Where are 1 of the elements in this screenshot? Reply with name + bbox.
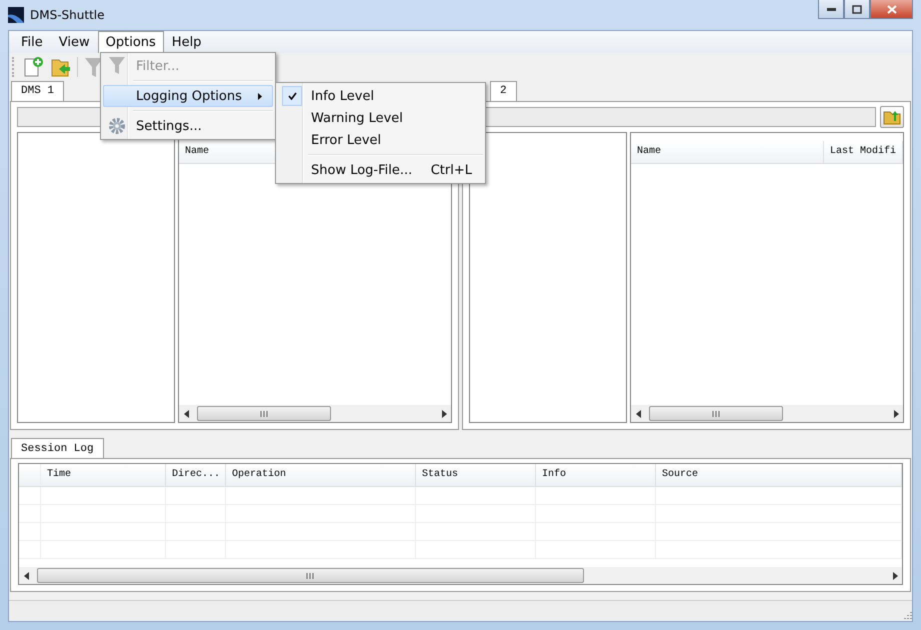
window-title: DMS-Shuttle bbox=[30, 8, 104, 22]
